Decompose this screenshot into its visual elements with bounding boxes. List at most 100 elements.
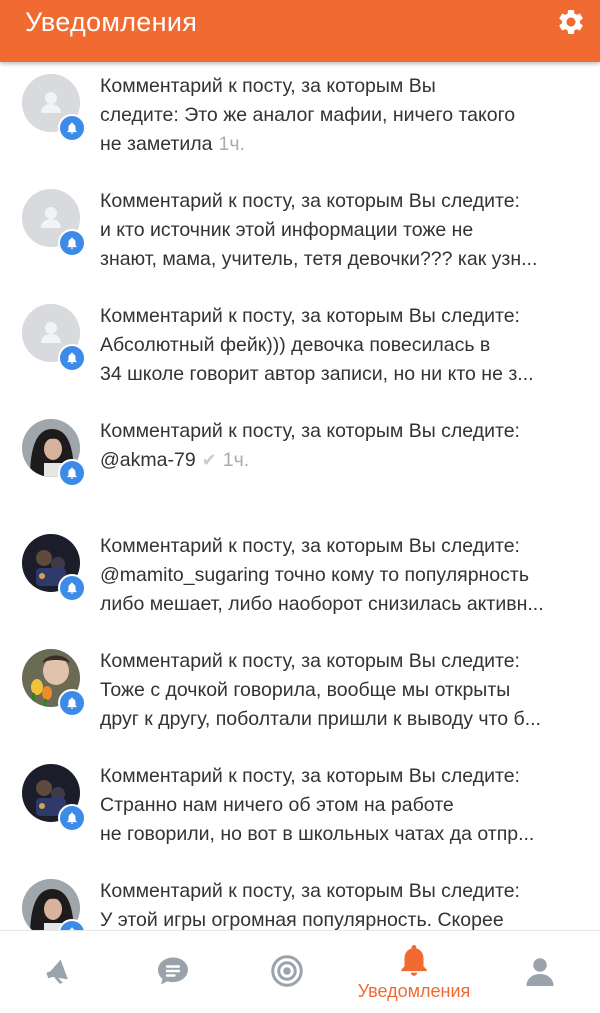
notification-text: Комментарий к посту, за которым Вы следи… [100, 187, 570, 274]
avatar[interactable] [22, 649, 86, 717]
notification-line-text: не заметила [100, 133, 213, 155]
notification-text-line: Комментарий к посту, за которым Вы [100, 72, 570, 101]
bell-icon [67, 467, 77, 479]
bell-icon [401, 944, 427, 976]
notification-line-text: Комментарий к посту, за которым Вы следи… [100, 535, 520, 557]
notification-line-text: либо мешает, либо наоборот снизилась акт… [100, 593, 544, 615]
notification-line-text: Комментарий к посту, за которым Вы следи… [100, 650, 520, 672]
avatar[interactable] [22, 74, 86, 142]
notification-text-line: друг к другу, поболтали пришли к выводу … [100, 705, 570, 734]
avatar[interactable] [22, 189, 86, 257]
tab-notifications[interactable]: Уведомления [354, 931, 474, 1013]
notification-item[interactable]: Комментарий к посту, за которым Вы следи… [0, 296, 600, 411]
notification-line-text: У этой игры огромная популярность. Скоре… [100, 909, 504, 930]
notification-text-line: Комментарий к посту, за которым Вы следи… [100, 302, 570, 331]
notification-text-line: не говорили, но вот в школьных чатах да … [100, 820, 570, 849]
notification-text-line: Комментарий к посту, за которым Вы следи… [100, 762, 570, 791]
notification-line-text: Комментарий к посту, за которым Вы следи… [100, 880, 520, 902]
notification-text-line: Тоже с дочкой говорила, вообще мы открыт… [100, 676, 570, 705]
notification-text-line: 34 школе говорит автор записи, но ни кто… [100, 360, 570, 389]
bell-icon [67, 812, 77, 824]
notification-text: Комментарий к посту, за которым Вы следит… [100, 72, 570, 159]
bottom-tab-bar: Уведомления [0, 930, 600, 1013]
notification-list[interactable]: Комментарий к посту, за которым Вы следит… [0, 62, 600, 930]
notification-line-text: и кто источник этой информации тоже не [100, 219, 474, 241]
avatar[interactable] [22, 879, 86, 930]
bell-icon [67, 352, 77, 364]
notification-badge [58, 114, 86, 142]
notification-text-line: Абсолютный фейк))) девочка повесилась в [100, 331, 570, 360]
tab-messages[interactable] [113, 931, 233, 1013]
notification-line-text: Странно нам ничего об этом на работе [100, 794, 454, 816]
notification-text-line: Комментарий к посту, за которым Вы следи… [100, 877, 570, 906]
notification-line-text: Тоже с дочкой говорила, вообще мы открыт… [100, 679, 511, 701]
notification-badge [58, 229, 86, 257]
bell-icon [67, 122, 77, 134]
notification-line-text: @akma-79 [100, 449, 196, 471]
notification-line-text: Комментарий к посту, за которым Вы [100, 75, 436, 97]
profile-icon [526, 958, 554, 986]
bell-icon [67, 697, 77, 709]
notification-line-text: @mamito_sugaring точно кому то популярно… [100, 564, 529, 586]
notification-text-line: Комментарий к посту, за которым Вы следи… [100, 187, 570, 216]
notification-line-text: Комментарий к посту, за которым Вы следи… [100, 305, 520, 327]
notification-text: Комментарий к посту, за которым Вы следи… [100, 532, 570, 619]
notification-badge [58, 689, 86, 717]
tab-feed[interactable] [0, 931, 120, 1013]
notification-text-line: Комментарий к посту, за которым Вы следи… [100, 417, 570, 446]
notification-line-text: друг к другу, поболтали пришли к выводу … [100, 708, 541, 730]
tab-profile[interactable] [480, 931, 600, 1013]
app-bar: Уведомления [0, 0, 600, 62]
notification-line-text: Абсолютный фейк))) девочка повесилась в [100, 334, 491, 356]
notification-item[interactable]: Комментарий к посту, за которым Вы следи… [0, 871, 600, 930]
notification-text-line: У этой игры огромная популярность. Скоре… [100, 906, 570, 930]
notification-line-text: Комментарий к посту, за которым Вы следи… [100, 420, 520, 442]
notification-line-text: 34 школе говорит автор записи, но ни кто… [100, 363, 534, 385]
verified-check-icon: ✔ [201, 450, 217, 470]
notification-badge [58, 804, 86, 832]
bell-icon [67, 582, 77, 594]
notification-time: 1ч. [222, 449, 250, 471]
notification-text-line: @mamito_sugaring точно кому то популярно… [100, 561, 570, 590]
avatar[interactable] [22, 304, 86, 372]
notification-text: Комментарий к посту, за которым Вы следи… [100, 647, 570, 734]
notification-text-line: знают, мама, учитель, тетя девочки??? ка… [100, 245, 570, 274]
notification-text-line: не заметила 1ч. [100, 130, 570, 159]
avatar[interactable] [22, 764, 86, 832]
avatar[interactable] [22, 534, 86, 602]
notification-line-text: Комментарий к посту, за которым Вы следи… [100, 765, 520, 787]
notification-text: Комментарий к посту, за которым Вы следи… [100, 762, 570, 849]
notification-text-line: Комментарий к посту, за которым Вы следи… [100, 647, 570, 676]
notification-time: 1ч. [218, 133, 245, 155]
bell-icon [67, 237, 77, 249]
notification-text: Комментарий к посту, за которым Вы следи… [100, 877, 570, 930]
chat-icon [158, 957, 188, 985]
notification-badge [58, 574, 86, 602]
notification-item[interactable]: Комментарий к посту, за которым Вы следи… [0, 756, 600, 871]
notification-item[interactable]: Комментарий к посту, за которым Вы следи… [0, 526, 600, 641]
notification-item[interactable]: Комментарий к посту, за которым Вы следи… [0, 181, 600, 296]
page-title: Уведомления [25, 7, 198, 37]
notification-badge [58, 344, 86, 372]
notification-line-text: не говорили, но вот в школьных чатах да … [100, 823, 535, 845]
notification-badge [58, 459, 86, 487]
tab-notifications-label: Уведомления [357, 981, 471, 1001]
notification-text-line: @akma-79 ✔ 1ч. [100, 446, 570, 475]
notification-line-text: знают, мама, учитель, тетя девочки??? ка… [100, 248, 538, 270]
avatar[interactable] [22, 419, 86, 487]
gear-icon [559, 9, 583, 34]
notification-text-line: следите: Это же аналог мафии, ничего так… [100, 101, 570, 130]
notification-item[interactable]: Комментарий к посту, за которым Вы следит… [0, 66, 600, 181]
target-icon [271, 955, 303, 987]
tab-discover[interactable] [227, 931, 347, 1013]
notification-text-line: Странно нам ничего об этом на работе [100, 791, 570, 820]
notification-item[interactable]: Комментарий к посту, за которым Вы следи… [0, 641, 600, 756]
notification-text: Комментарий к посту, за которым Вы следи… [100, 417, 570, 475]
notification-line-text: следите: Это же аналог мафии, ничего так… [100, 104, 516, 126]
settings-button[interactable] [554, 5, 588, 39]
megaphone-icon [46, 959, 68, 984]
notification-text-line: и кто источник этой информации тоже не [100, 216, 570, 245]
notification-item[interactable]: Комментарий к посту, за которым Вы следи… [0, 411, 600, 526]
notification-line-text: Комментарий к посту, за которым Вы следи… [100, 190, 520, 212]
notification-text: Комментарий к посту, за которым Вы следи… [100, 302, 570, 389]
